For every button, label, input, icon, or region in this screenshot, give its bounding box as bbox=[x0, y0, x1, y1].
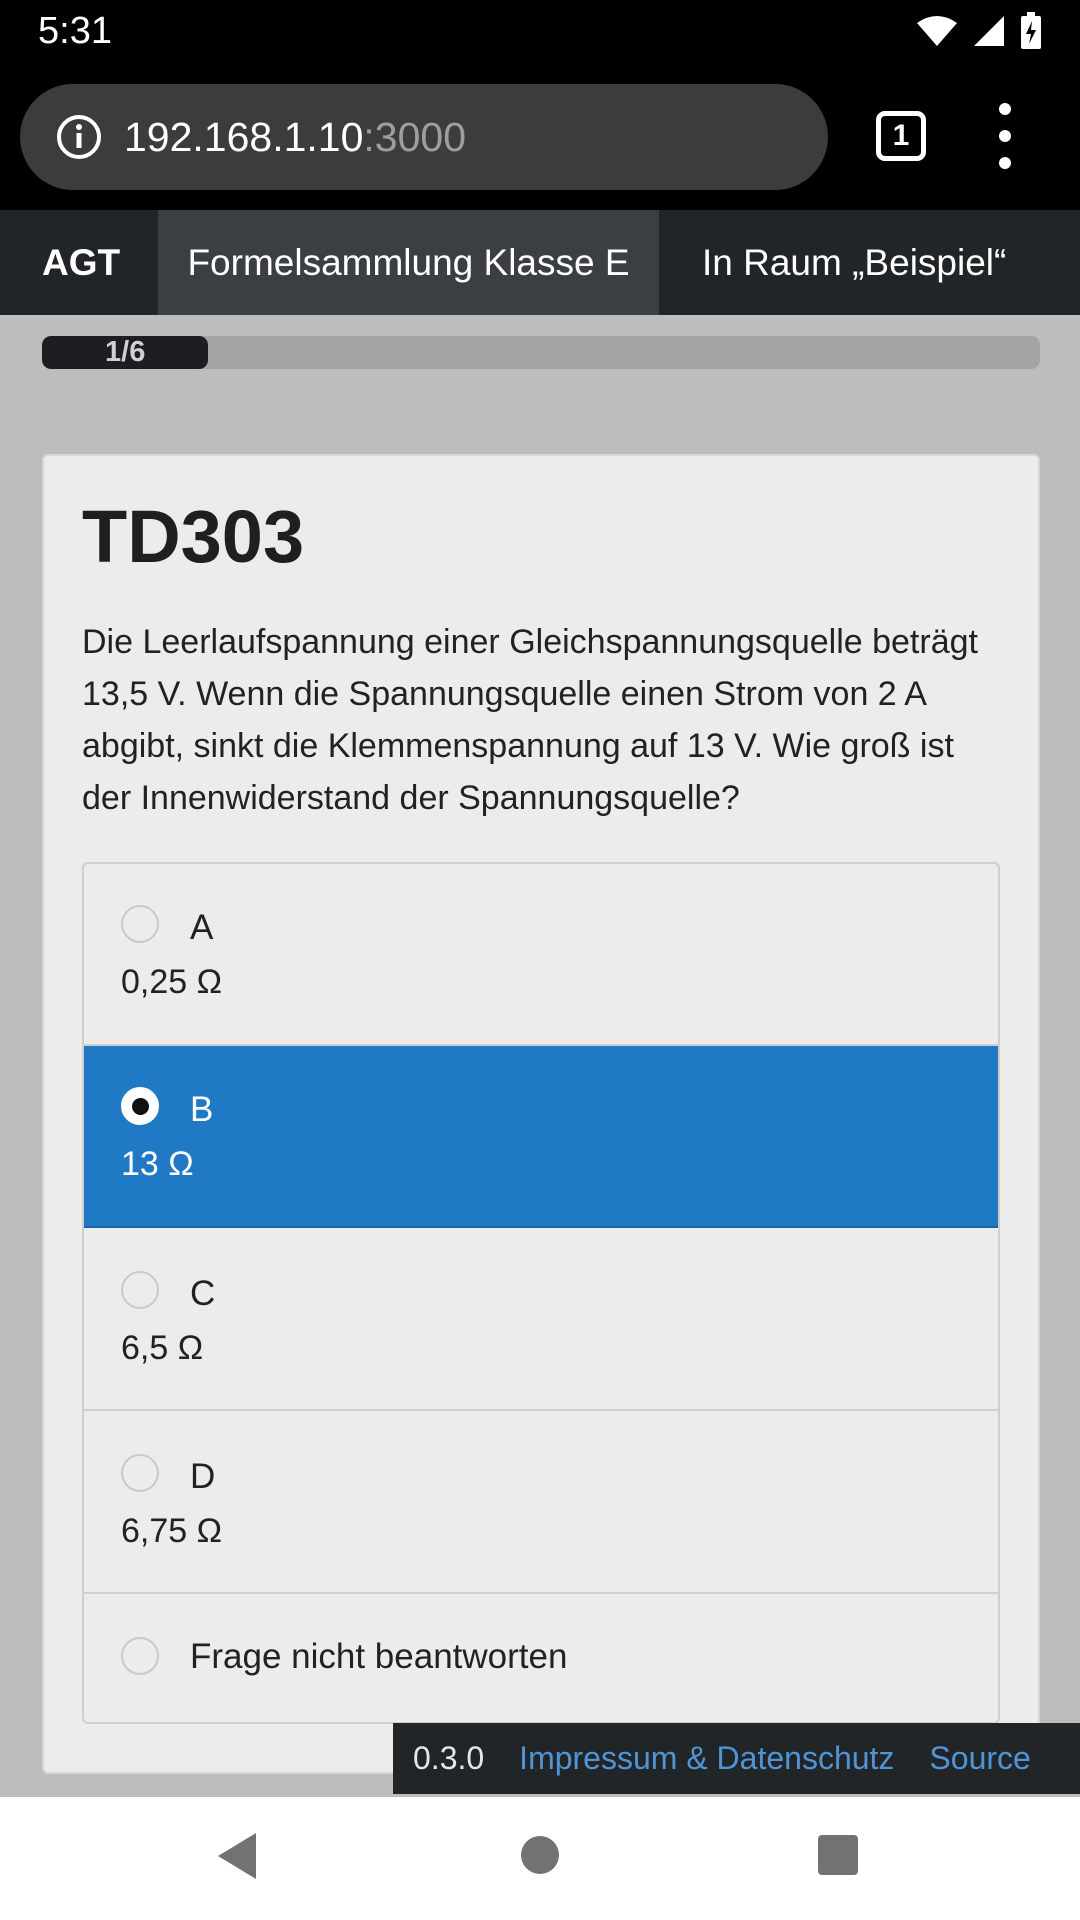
tab-count: 1 bbox=[892, 119, 910, 152]
system-nav-bar bbox=[0, 1797, 1080, 1920]
progress-bar: 1/6 bbox=[42, 336, 1040, 369]
browser-toolbar: 192.168.1.10:3000 1 bbox=[0, 63, 1080, 210]
option-letter: D bbox=[190, 1457, 216, 1496]
option-skip[interactable]: Frage nicht beantworten bbox=[84, 1594, 998, 1721]
app-version: 0.3.0 bbox=[413, 1740, 485, 1776]
battery-charging-icon bbox=[1021, 12, 1041, 49]
radio-a[interactable] bbox=[121, 905, 159, 943]
nav-item-formelsammlung[interactable]: Formelsammlung Klasse E bbox=[158, 210, 659, 315]
question-text: Die Leerlaufspannung einer Gleichspannun… bbox=[82, 623, 978, 817]
option-letter: A bbox=[190, 908, 214, 947]
url-text[interactable]: 192.168.1.10:3000 bbox=[124, 114, 466, 161]
option-letter: B bbox=[190, 1090, 214, 1129]
question-id: TD303 bbox=[82, 495, 305, 578]
tabs-button[interactable]: 1 bbox=[876, 111, 926, 161]
option-value: 13 Ω bbox=[121, 1145, 194, 1183]
footer: 0.3.0 Impressum & Datenschutz Source bbox=[393, 1723, 1080, 1794]
progress-fill: 1/6 bbox=[42, 336, 209, 369]
nav-item-room[interactable]: In Raum „Beispiel“ bbox=[659, 210, 1006, 315]
info-icon[interactable] bbox=[56, 114, 102, 160]
option-value: 6,5 Ω bbox=[121, 1329, 204, 1367]
option-value: 6,75 Ω bbox=[121, 1512, 223, 1550]
option-letter: C bbox=[190, 1274, 216, 1313]
wifi-icon bbox=[917, 16, 957, 46]
option-d[interactable]: D 6,75 Ω bbox=[84, 1411, 998, 1594]
home-icon[interactable] bbox=[521, 1836, 559, 1874]
radio-d[interactable] bbox=[121, 1454, 159, 1492]
source-link[interactable]: Source bbox=[929, 1740, 1030, 1777]
url-port: :3000 bbox=[363, 113, 467, 160]
radio-skip[interactable] bbox=[121, 1637, 159, 1675]
radio-c[interactable] bbox=[121, 1271, 159, 1309]
status-bar: 5:31 bbox=[0, 0, 1080, 63]
skip-label: Frage nicht beantworten bbox=[190, 1637, 568, 1676]
radio-b[interactable] bbox=[121, 1087, 159, 1125]
overflow-menu-icon[interactable] bbox=[990, 103, 1020, 169]
option-a[interactable]: A 0,25 Ω bbox=[84, 864, 998, 1046]
option-value: 0,25 Ω bbox=[121, 963, 223, 1001]
option-b[interactable]: B 13 Ω bbox=[84, 1046, 998, 1228]
privacy-link[interactable]: Impressum & Datenschutz bbox=[519, 1740, 894, 1777]
app-navbar: AGT Formelsammlung Klasse E In Raum „Bei… bbox=[0, 210, 1080, 315]
url-host: 192.168.1.10 bbox=[124, 113, 364, 160]
question-card: TD303 Die Leerlaufspannung einer Gleichs… bbox=[42, 454, 1040, 1774]
nav-brand[interactable]: AGT bbox=[0, 210, 158, 315]
option-c[interactable]: C 6,5 Ω bbox=[84, 1228, 998, 1411]
status-icons bbox=[916, 12, 1042, 50]
answer-options: A 0,25 Ω B 13 Ω C 6,5 Ω D 6,75 Ω Frage n… bbox=[82, 862, 1000, 1724]
address-bar[interactable]: 192.168.1.10:3000 bbox=[20, 84, 828, 190]
cell-signal-icon bbox=[974, 16, 1004, 46]
recents-icon[interactable] bbox=[818, 1835, 858, 1875]
back-icon[interactable] bbox=[218, 1833, 256, 1879]
status-time: 5:31 bbox=[38, 10, 112, 52]
progress-label: 1/6 bbox=[105, 336, 146, 368]
